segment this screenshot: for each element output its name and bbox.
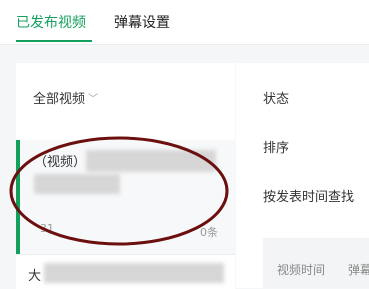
selected-indicator <box>16 140 20 254</box>
chevron-down-icon: ﹀ <box>88 94 99 105</box>
video-filter-dropdown[interactable]: 全部视频 ﹀ <box>33 91 98 109</box>
video-list-panel: 全部视频 ﹀ （视频） 31 0条 大 <box>16 63 235 289</box>
video-danmu-count: 0条 <box>200 226 218 239</box>
search-by-time-label: 按发表时间查找 <box>263 190 355 205</box>
video-play-count: 31 <box>40 222 54 235</box>
top-tab-bar: 已发布视频 弹幕设置 <box>0 0 369 45</box>
blurred-title-text <box>34 174 120 194</box>
blurred-title-text <box>44 263 224 283</box>
danmu-table-header: 视频时间 弹幕 <box>263 238 369 288</box>
filter-panel: 状态 排序 按发表时间查找 视频时间 弹幕 <box>236 63 369 288</box>
filter-label: 全部视频 <box>33 92 86 107</box>
sort-filter-label: 排序 <box>263 141 290 156</box>
tab-danmu-settings[interactable]: 弹幕设置 <box>114 14 170 32</box>
video-list-item-selected[interactable]: （视频） 31 0条 <box>16 140 235 254</box>
video-title: 大 <box>28 269 42 284</box>
column-header-video-time: 视频时间 <box>277 263 326 277</box>
status-filter-label: 状态 <box>263 92 290 107</box>
video-title: （视频） <box>34 155 87 170</box>
active-tab-indicator <box>16 40 92 42</box>
blurred-title-text <box>86 150 216 172</box>
column-header-danmu: 弹幕 <box>348 263 369 277</box>
video-list-item[interactable]: 大 <box>16 254 235 289</box>
tab-published-videos[interactable]: 已发布视频 <box>16 14 86 32</box>
